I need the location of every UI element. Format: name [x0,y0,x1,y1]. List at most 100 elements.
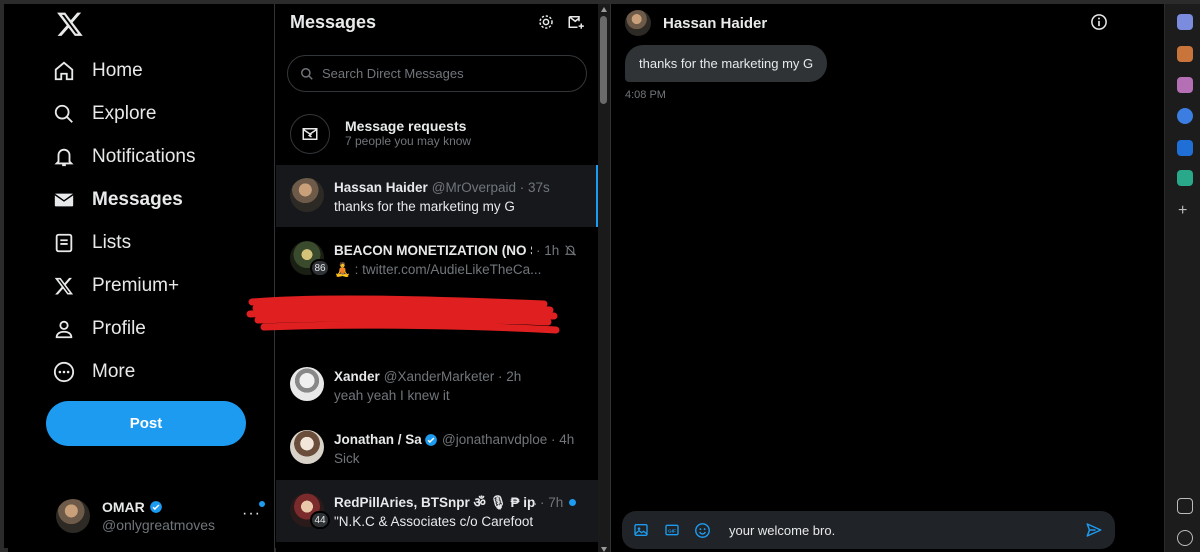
message-requests-title: Message requests [345,118,467,134]
new-message-icon[interactable] [567,13,585,31]
send-to-icon[interactable] [1177,170,1193,186]
nav-explore[interactable]: Explore [52,94,156,134]
gear-icon[interactable] [537,13,555,31]
briefcase-icon[interactable] [1177,46,1193,62]
message-composer: GIF [622,511,1115,549]
panel-icon[interactable] [1177,498,1193,514]
muted-bell-icon [565,245,577,256]
chess-icon[interactable] [1177,77,1193,93]
avatar [290,430,324,464]
message-requests-subtitle: 7 people you may know [345,134,472,148]
nav-notifications-label: Notifications [92,146,196,167]
x-logo-icon[interactable] [56,10,84,38]
scrollbar[interactable] [598,4,610,552]
nav-profile[interactable]: Profile [52,309,146,349]
emoji-icon: 🧘 [334,262,355,277]
message-input[interactable] [729,522,1085,538]
avatar [625,10,651,36]
add-icon[interactable]: + [1178,202,1187,220]
scroll-down-arrow-icon[interactable] [601,547,607,552]
conversation-preview: 🧘 : twitter.com/AudieLikeTheCa... [334,260,584,279]
nav-more[interactable]: More [52,352,135,392]
settings-icon[interactable] [1177,530,1193,546]
account-switcher[interactable]: OMAR @onlygreatmoves ··· [56,491,271,541]
search-input[interactable] [322,66,562,81]
post-button[interactable]: Post [46,401,246,446]
nav-messages-label: Messages [92,189,183,210]
window-gap [1122,4,1164,552]
gif-icon[interactable]: GIF [663,522,680,539]
message-timestamp: 4:08 PM [625,89,666,101]
left-navigation: Home Explore Notifications Messages List… [8,4,275,552]
conversation-item[interactable]: 44 RedPillAries, BTSnpr ॐ 🎙 ₱ ip4 · 7h "N… [276,480,598,542]
search-field[interactable] [287,55,587,92]
person-icon [52,317,76,341]
conversation-handle: @jonathanvdploe · 4h [442,432,575,447]
scroll-up-arrow-icon[interactable] [601,7,607,12]
svg-text:GIF: GIF [668,528,676,533]
verified-badge-icon [425,433,437,446]
account-handle: @onlygreatmoves [102,517,216,533]
more-dots-icon[interactable]: ··· [242,505,261,523]
search-icon [52,102,76,126]
conversation-handle: · 1h [536,243,560,258]
conversation-preview: "N.K.C & Associates c/o Carefoot [334,514,534,529]
scrollbar-thumb[interactable] [600,16,607,104]
redaction-scribble [246,295,560,334]
conversation-preview: Sick [334,451,360,466]
verified-badge-icon [149,501,162,513]
conversation-item[interactable]: Jonathan / Sale @jonathanvdploe · 4h Sic… [276,417,598,479]
nav-notifications[interactable]: Notifications [52,137,196,177]
copilot-icon[interactable] [1177,108,1193,124]
conversation-preview: thanks for the marketing my G [334,199,515,214]
nav-premium-label: Premium+ [92,275,180,296]
conversation-item[interactable]: 86 BEACON MONETIZATION (NO SI · 1h 🧘 : tw… [276,228,598,290]
conversation-name: Jonathan / Sale [334,432,422,447]
conversation-name: Xander [334,369,380,384]
avatar [290,367,324,401]
preview-text: : twitter.com/AudieLikeTheCa... [354,262,542,277]
more-circle-icon [52,360,76,384]
message-requests-icon [290,114,330,154]
app-window: Home Explore Notifications Messages List… [0,0,1200,552]
list-icon [52,231,76,255]
conversation-preview: yeah yeah I knew it [334,388,450,403]
avatar [56,499,90,533]
avatar: 44 [290,493,330,529]
tag-icon[interactable] [1177,14,1193,30]
conversation-handle: @MrOverpaid · 37s [431,180,550,195]
nav-premium[interactable]: Premium+ [52,266,179,306]
nav-profile-label: Profile [92,318,146,339]
browser-sidebar: + [1164,4,1200,552]
send-icon[interactable] [1085,521,1103,539]
conversation-handle: @XanderMarketer · 2h [383,369,522,384]
conversation-name: Hassan Haider [334,180,428,195]
nav-home[interactable]: Home [52,51,143,91]
message-bubble: thanks for the marketing my G [625,45,828,82]
group-count-badge: 44 [310,511,330,529]
nav-messages[interactable]: Messages [52,180,183,220]
messages-title: Messages [290,12,377,32]
chat-header[interactable]: Hassan Haider [625,9,767,37]
conversation-handle: · 7h [540,495,564,510]
message-requests[interactable]: Message requests 7 people you may know [290,112,590,156]
notification-dot [259,501,265,507]
info-icon[interactable] [1090,13,1108,31]
messages-column: Messages Message requests 7 people you m… [276,4,598,552]
x-logo-icon [52,274,76,298]
unread-dot [569,499,577,506]
bell-icon [52,145,76,169]
conversation-item[interactable]: Hassan Haider @MrOverpaid · 37s thanks fo… [276,165,598,227]
home-icon [52,59,76,83]
chat-panel: Hassan Haider thanks for the marketing m… [610,4,1122,552]
avatar [290,178,324,212]
outlook-icon[interactable] [1177,140,1193,156]
envelope-icon [52,188,76,212]
search-icon [301,67,313,80]
conversation-name: BEACON MONETIZATION (NO SI [334,243,532,258]
image-icon[interactable] [632,522,649,539]
emoji-icon[interactable] [694,522,711,539]
nav-lists[interactable]: Lists [52,223,131,263]
conversation-item[interactable]: Xander @XanderMarketer · 2h yeah yeah I k… [276,354,598,416]
nav-more-label: More [92,361,136,382]
